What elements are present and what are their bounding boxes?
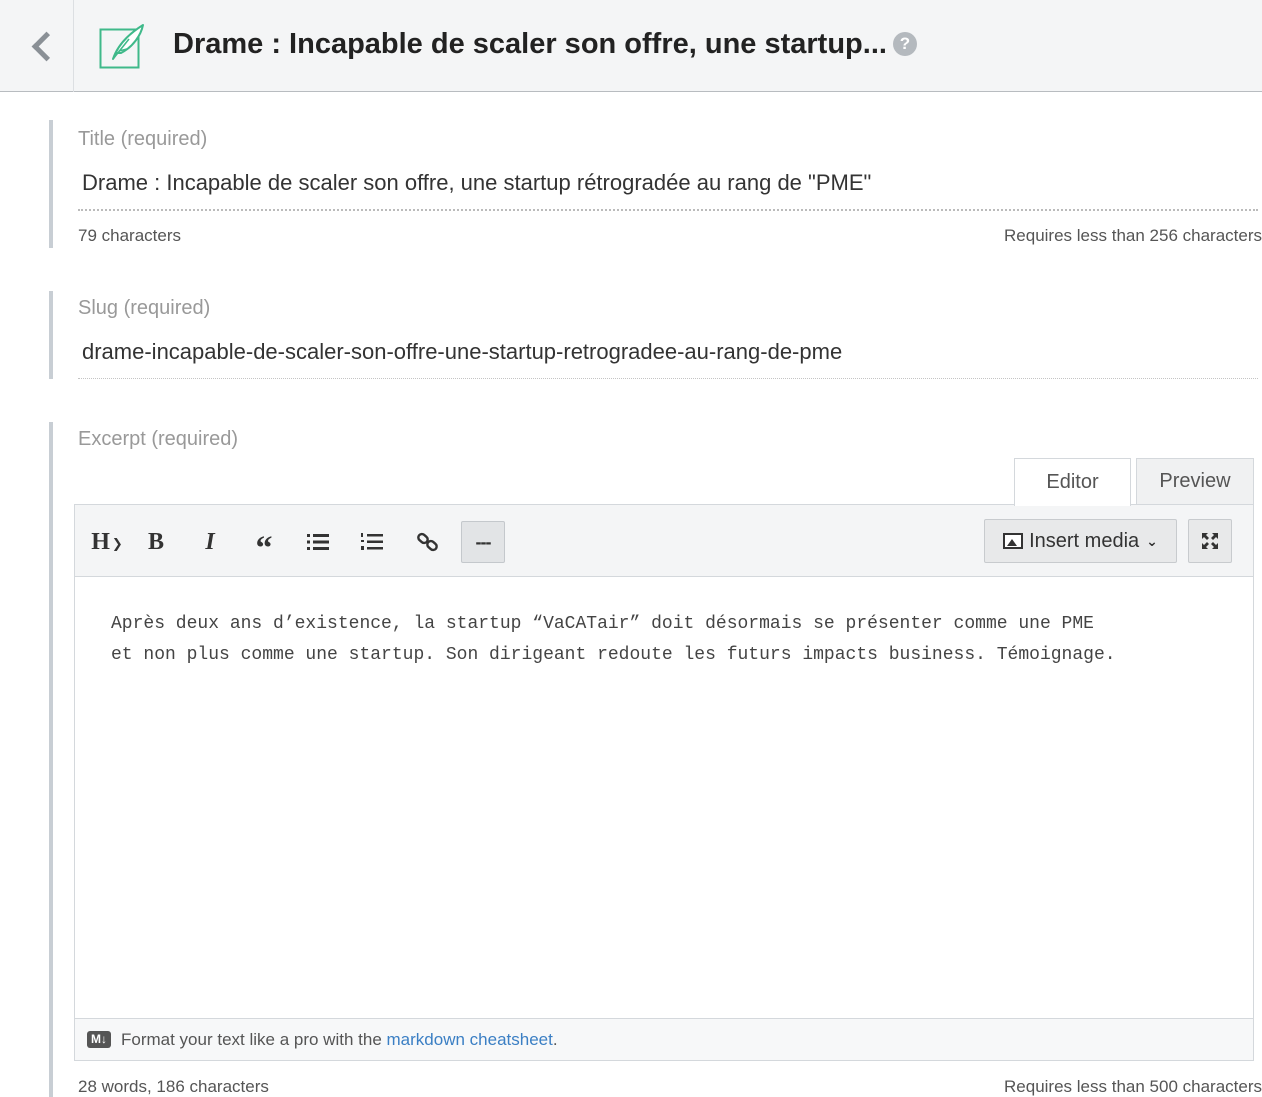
slug-section: Slug (required) drame-incapable-de-scale… [49, 291, 1258, 379]
heading-button[interactable]: H ❯ [87, 521, 127, 563]
tab-editor[interactable]: Editor [1014, 458, 1131, 506]
excerpt-word-count: 28 words, 186 characters [78, 1077, 269, 1096]
quote-button[interactable]: “ [247, 521, 281, 567]
back-button[interactable] [9, 0, 74, 92]
heading-icon: H [91, 528, 110, 555]
title-char-limit: Requires less than 256 characters [1004, 226, 1262, 245]
slug-label: Slug (required) [78, 297, 211, 319]
numbered-list-icon [361, 533, 383, 550]
markdown-icon: M↓ [87, 1031, 111, 1048]
editor-footer: M↓ Format your text like a pro with the … [75, 1018, 1253, 1060]
title-section: Title (required) Drame : Incapable de sc… [49, 120, 1262, 248]
title-input-underline [78, 209, 1258, 211]
top-header: Drame : Incapable de scaler son offre, u… [0, 0, 1262, 92]
editor-toolbar: H ❯ B I “ --- Insert media ⌄ [75, 505, 1253, 577]
excerpt-char-limit: Requires less than 500 characters [1004, 1077, 1262, 1096]
slug-input[interactable]: drame-incapable-de-scaler-son-offre-une-… [82, 339, 842, 365]
excerpt-textarea[interactable]: Après deux ans d’existence, la startup “… [111, 609, 1231, 671]
link-button[interactable] [411, 521, 445, 563]
footer-period: . [552, 1029, 558, 1049]
slug-input-underline [78, 378, 1258, 379]
title-label: Title (required) [78, 128, 208, 150]
numbered-list-button[interactable] [357, 521, 387, 563]
bullet-list-button[interactable] [303, 521, 333, 563]
tab-preview[interactable]: Preview [1136, 458, 1254, 505]
markdown-cheatsheet-link[interactable]: markdown cheatsheet [387, 1030, 553, 1050]
link-icon [417, 532, 438, 552]
help-icon[interactable]: ? [893, 32, 917, 56]
italic-button[interactable]: I [195, 521, 225, 563]
title-char-count: 79 characters [78, 226, 181, 245]
title-input[interactable]: Drame : Incapable de scaler son offre, u… [82, 170, 871, 196]
quill-post-icon [99, 24, 144, 69]
image-icon [1003, 533, 1024, 549]
bold-button[interactable]: B [141, 521, 171, 563]
chevron-down-icon: ⌄ [1146, 532, 1158, 549]
fullscreen-button[interactable] [1188, 519, 1232, 563]
page-title: Drame : Incapable de scaler son offre, u… [173, 28, 887, 60]
excerpt-section: Excerpt (required) 28 words, 186 charact… [49, 422, 1262, 1097]
insert-media-button[interactable]: Insert media ⌄ [984, 519, 1177, 563]
markdown-editor: H ❯ B I “ --- Insert media ⌄ Après deux … [74, 504, 1254, 1061]
bullet-list-icon [307, 534, 329, 550]
chevron-down-icon: ❯ [111, 536, 123, 552]
horizontal-rule-button[interactable]: --- [461, 521, 505, 563]
expand-icon [1202, 533, 1218, 549]
footer-text: Format your text like a pro with the [121, 1029, 382, 1049]
chevron-left-icon [31, 31, 61, 61]
insert-media-label: Insert media [1029, 529, 1140, 552]
excerpt-label: Excerpt (required) [78, 428, 239, 450]
